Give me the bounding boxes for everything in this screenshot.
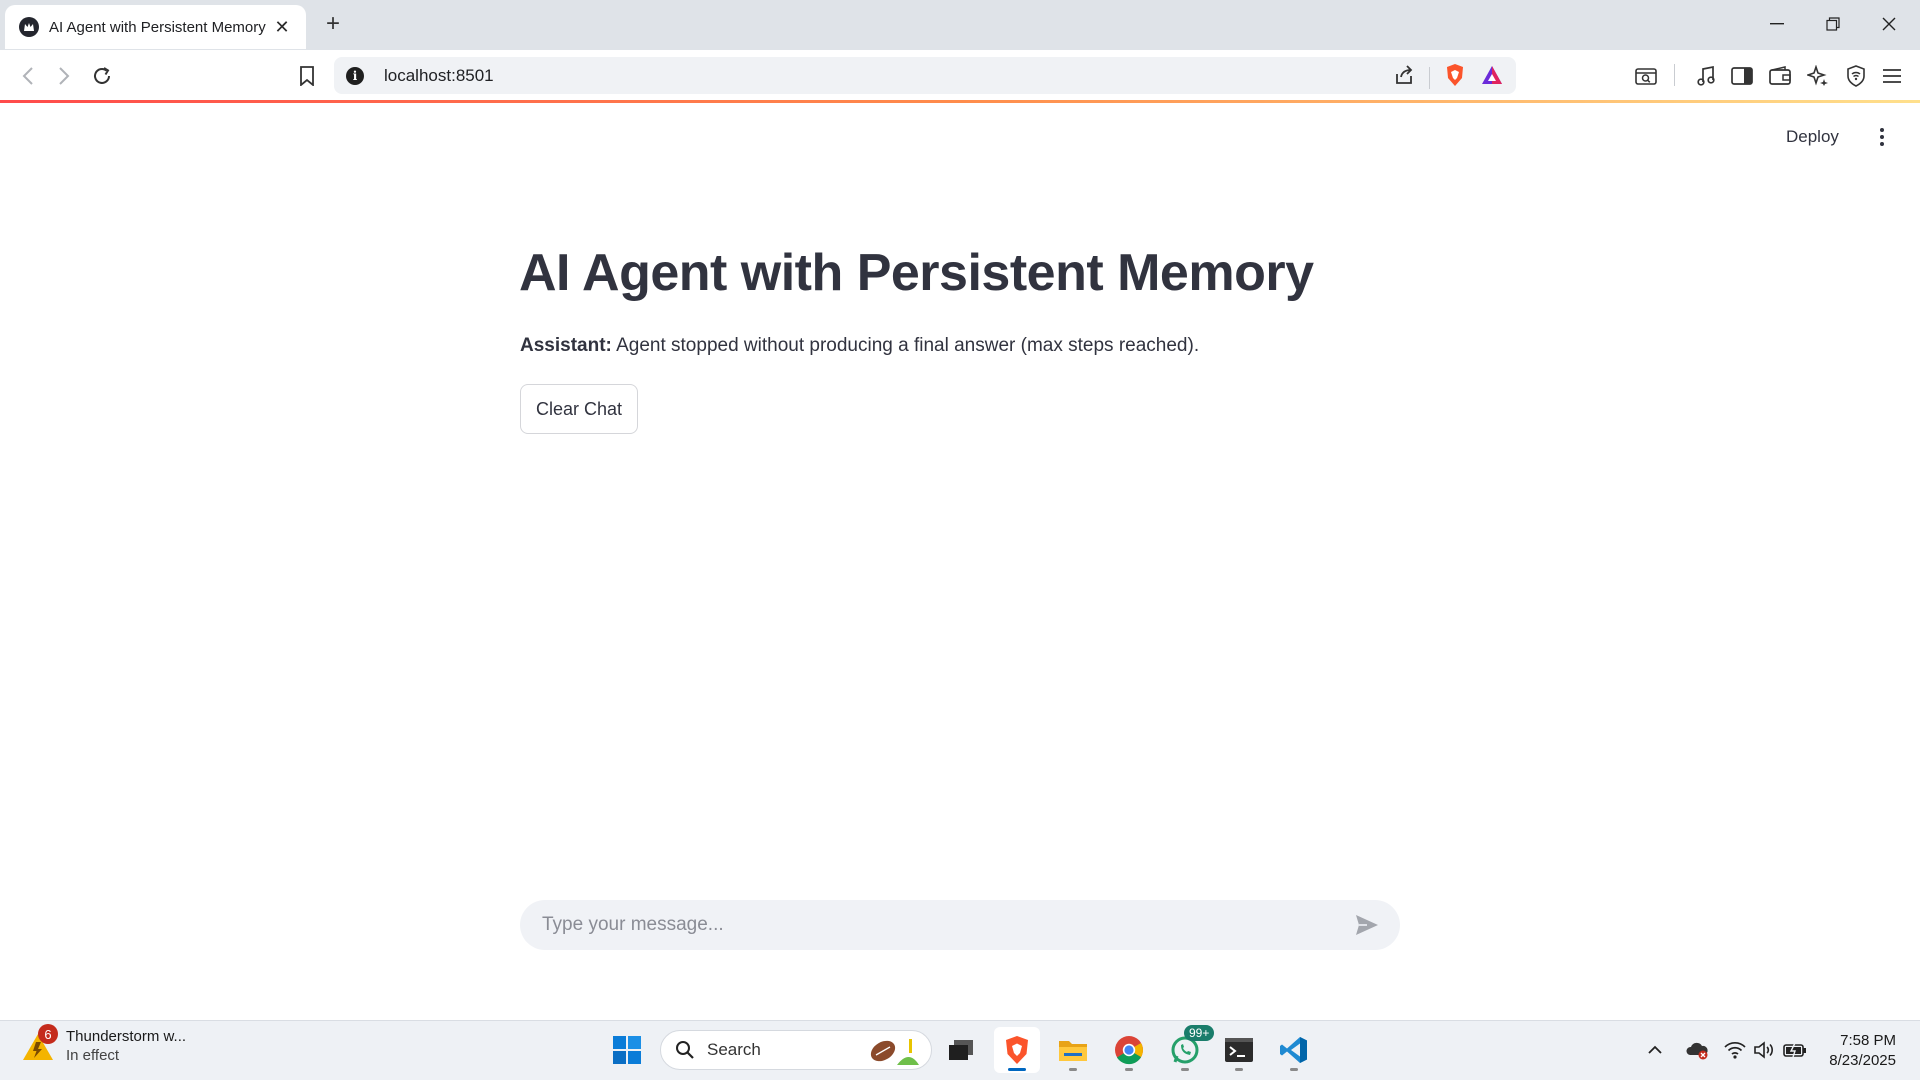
browser-tab-strip: AI Agent with Persistent Memory ✕ + bbox=[0, 0, 1920, 50]
close-window-button[interactable] bbox=[1866, 8, 1912, 40]
browser-toolbar: i localhost:8501 bbox=[0, 50, 1920, 100]
assistant-speaker-label: Assistant: bbox=[520, 335, 612, 356]
taskbar-vscode-icon[interactable] bbox=[1271, 1027, 1317, 1073]
streamlit-favicon-icon bbox=[19, 17, 39, 37]
clock-time: 7:58 PM bbox=[1840, 1032, 1896, 1049]
address-bar[interactable]: i localhost:8501 bbox=[334, 57, 1516, 94]
taskbar-search-label: Search bbox=[707, 1040, 761, 1059]
bookmark-icon[interactable] bbox=[291, 60, 323, 92]
send-icon[interactable] bbox=[1352, 910, 1382, 940]
sidebar-toggle-icon[interactable] bbox=[1728, 62, 1756, 90]
wifi-icon[interactable] bbox=[1722, 1037, 1748, 1063]
new-tab-button[interactable]: + bbox=[320, 10, 346, 38]
assistant-message: Assistant: Agent stopped without produci… bbox=[520, 335, 1199, 357]
reload-button[interactable] bbox=[86, 60, 118, 92]
taskbar-whatsapp-icon[interactable]: 99+ bbox=[1162, 1025, 1215, 1073]
start-button[interactable] bbox=[604, 1027, 650, 1073]
brave-shields-icon[interactable] bbox=[1444, 63, 1466, 92]
taskbar-file-explorer-icon[interactable] bbox=[1050, 1027, 1096, 1073]
thunderstorm-warning-icon: 6 bbox=[20, 1024, 58, 1064]
volume-icon[interactable] bbox=[1752, 1037, 1778, 1063]
search-icon bbox=[676, 1041, 694, 1059]
taskbar-clock[interactable]: 7:58 PM 8/23/2025 bbox=[1812, 1031, 1896, 1071]
weather-widget[interactable]: 6 Thunderstorm w... In effect bbox=[20, 1024, 187, 1065]
whatsapp-unread-badge: 99+ bbox=[1184, 1025, 1215, 1041]
task-view-icon[interactable] bbox=[938, 1027, 984, 1073]
url-divider bbox=[1429, 66, 1430, 89]
clear-chat-button[interactable]: Clear Chat bbox=[520, 384, 638, 434]
tab-close-icon[interactable]: ✕ bbox=[272, 17, 292, 38]
show-hidden-icons-chevron-icon[interactable] bbox=[1642, 1037, 1668, 1063]
brave-rewards-icon[interactable] bbox=[1480, 64, 1504, 91]
tab-title: AI Agent with Persistent Memory bbox=[49, 18, 266, 36]
clock-date: 8/23/2025 bbox=[1829, 1052, 1896, 1069]
weather-subtitle: In effect bbox=[66, 1047, 120, 1064]
assistant-message-text: Agent stopped without producing a final … bbox=[616, 335, 1200, 356]
wallet-icon[interactable] bbox=[1766, 62, 1794, 90]
leo-ai-icon[interactable] bbox=[1804, 62, 1832, 90]
minimize-button[interactable] bbox=[1754, 8, 1800, 40]
browser-menu-icon[interactable] bbox=[1878, 62, 1906, 90]
chat-input-container bbox=[520, 900, 1400, 950]
weather-alert-badge: 6 bbox=[38, 1024, 58, 1044]
chat-input[interactable] bbox=[542, 914, 1352, 936]
page-title: AI Agent with Persistent Memory bbox=[519, 244, 1314, 302]
deploy-button[interactable]: Deploy bbox=[1786, 127, 1839, 147]
main-menu-icon[interactable] bbox=[1872, 123, 1892, 151]
media-music-icon[interactable] bbox=[1692, 62, 1720, 90]
toolbar-divider bbox=[1674, 64, 1675, 86]
vpn-shield-icon[interactable] bbox=[1842, 62, 1870, 90]
battery-icon[interactable] bbox=[1782, 1037, 1808, 1063]
page-search-icon[interactable] bbox=[1632, 62, 1660, 90]
url-text: localhost:8501 bbox=[384, 65, 494, 85]
streamlit-app: Deploy AI Agent with Persistent Memory A… bbox=[0, 103, 1920, 1020]
browser-tab-active[interactable]: AI Agent with Persistent Memory ✕ bbox=[5, 5, 306, 49]
forward-button[interactable] bbox=[48, 60, 80, 92]
back-button[interactable] bbox=[12, 60, 44, 92]
site-info-icon[interactable]: i bbox=[346, 66, 364, 85]
taskbar-brave-icon[interactable] bbox=[994, 1027, 1040, 1073]
windows-taskbar: 6 Thunderstorm w... In effect Search 99+… bbox=[0, 1020, 1920, 1080]
restore-button[interactable] bbox=[1810, 8, 1856, 40]
weather-title: Thunderstorm w... bbox=[66, 1028, 187, 1045]
search-highlight-football-icon bbox=[870, 1039, 919, 1065]
taskbar-search[interactable]: Search bbox=[660, 1030, 932, 1070]
onedrive-error-icon[interactable] bbox=[1684, 1037, 1710, 1063]
share-icon[interactable] bbox=[1393, 64, 1415, 91]
taskbar-chrome-icon[interactable] bbox=[1106, 1027, 1152, 1073]
taskbar-terminal-icon[interactable] bbox=[1216, 1027, 1262, 1073]
